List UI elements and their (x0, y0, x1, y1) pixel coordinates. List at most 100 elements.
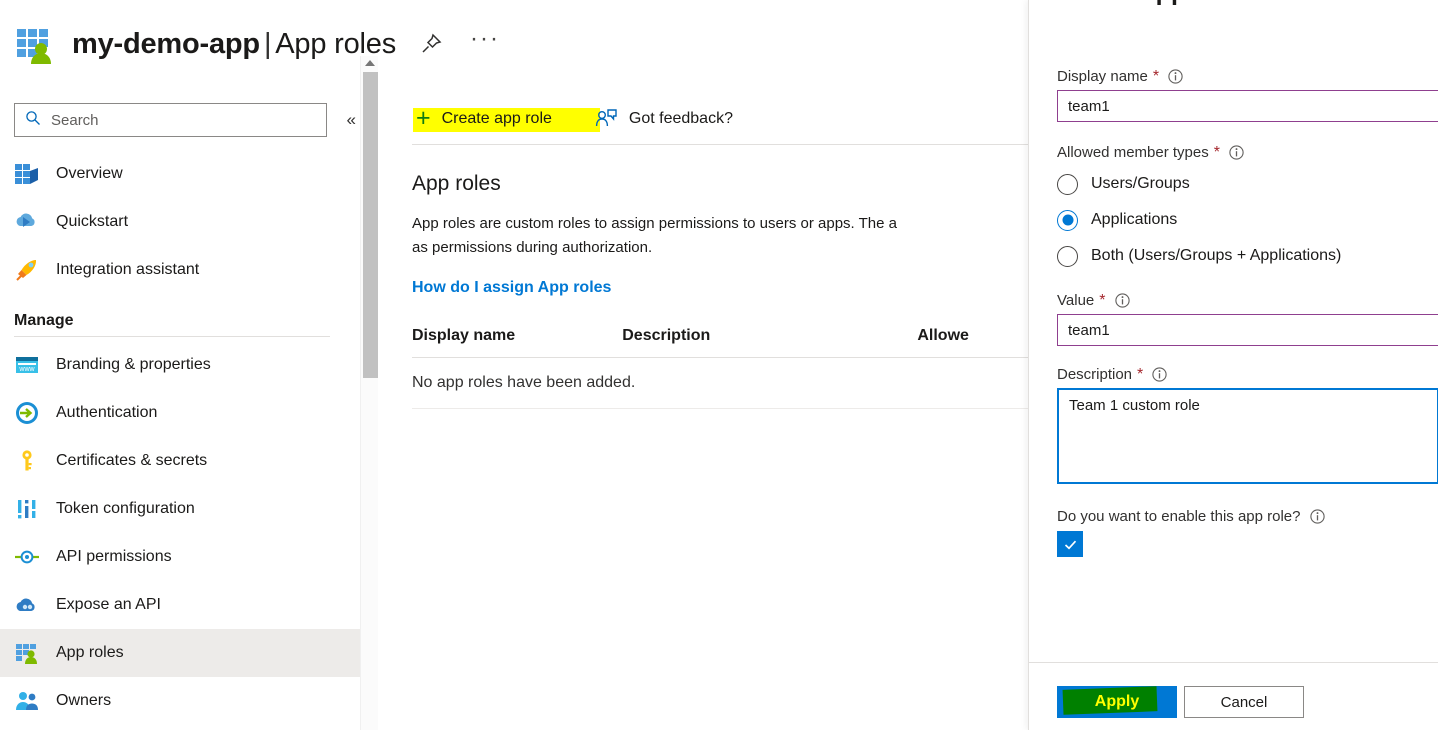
enable-app-role-checkbox[interactable] (1057, 531, 1083, 557)
search-box[interactable] (14, 103, 327, 137)
description-textarea[interactable]: Team 1 custom role (1057, 388, 1438, 484)
sidebar-item-label: Expose an API (56, 596, 161, 613)
field-display-name: Display name * (1057, 68, 1438, 122)
owners-icon (14, 688, 40, 714)
sidebar-item-api-permissions[interactable]: API permissions (0, 533, 360, 581)
radio-label: Users/Groups (1091, 175, 1190, 192)
table-row-empty: No app roles have been added. (412, 358, 1028, 409)
sidebar-item-label: Certificates & secrets (56, 452, 208, 469)
key-icon (14, 448, 40, 474)
info-icon[interactable] (1229, 145, 1244, 160)
sidebar-item-branding-properties[interactable]: www Branding & properties (0, 341, 360, 389)
app-registration-icon (14, 24, 56, 66)
page-header: my-demo-app | App roles ··· (0, 0, 1030, 88)
radio-circle-selected-icon[interactable] (1057, 209, 1078, 231)
required-asterisk: * (1213, 143, 1220, 161)
sidebar-item-label: Authentication (56, 404, 158, 421)
sidebar-item-integration-assistant[interactable]: Integration assistant (0, 246, 360, 294)
allowed-member-types-label: Allowed member types (1057, 144, 1209, 161)
field-allowed-member-types: Allowed member types * Users/Groups Appl… (1057, 144, 1411, 274)
cancel-button[interactable]: Cancel (1184, 686, 1304, 718)
search-input[interactable] (49, 110, 299, 130)
how-do-i-assign-app-roles-link[interactable]: How do I assign App roles (412, 279, 611, 297)
sidebar-item-certificates-secrets[interactable]: Certificates & secrets (0, 437, 360, 485)
pin-icon[interactable] (420, 33, 442, 55)
radio-circle-icon[interactable] (1057, 173, 1078, 195)
sidebar-group-title: Manage (14, 312, 74, 329)
sidebar-search-row: « (0, 96, 360, 144)
page-title: my-demo-app | App roles (72, 28, 396, 61)
create-app-role-button[interactable]: + Create app role (412, 106, 556, 131)
value-label-row: Value * (1057, 292, 1411, 309)
sidebar-item-label: App roles (56, 644, 124, 661)
sidebar-item-authentication[interactable]: Authentication (0, 389, 360, 437)
sidebar-scrollbar[interactable] (360, 56, 378, 730)
apply-button[interactable] (1057, 686, 1177, 718)
radio-option-both[interactable]: Both (Users/Groups + Applications) (1057, 238, 1411, 274)
sidebar-item-app-roles[interactable]: App roles (0, 629, 360, 677)
command-bar: + Create app role Got feedback? (380, 96, 1028, 145)
description-label: Description (1057, 366, 1133, 383)
description-label-row: Description * (1057, 366, 1411, 383)
cloud-api-icon (14, 592, 40, 618)
section-title: App roles (412, 172, 501, 195)
allowed-member-types-label-row: Allowed member types * (1057, 144, 1411, 161)
checkmark-icon (1064, 540, 1076, 550)
more-options-icon[interactable]: ··· (470, 27, 500, 54)
section-description: App roles are custom roles to assign per… (412, 215, 897, 256)
panel-footer: Apply Cancel (1029, 662, 1438, 730)
empty-state-message: No app roles have been added. (412, 374, 636, 391)
page-title-app: my-demo-app (72, 27, 260, 60)
sidebar: « Overview (0, 96, 360, 730)
sidebar-item-label: Token configuration (56, 500, 195, 517)
radio-label: Applications (1091, 211, 1178, 228)
sidebar-item-label: Integration assistant (56, 261, 200, 278)
quickstart-icon (14, 209, 40, 235)
enable-app-role-label-row: Do you want to enable this app role? (1057, 508, 1411, 525)
info-icon[interactable] (1152, 367, 1167, 382)
sidebar-item-overview[interactable]: Overview (0, 150, 360, 198)
required-asterisk: * (1137, 365, 1144, 383)
column-header-display-name: Display name (412, 327, 516, 344)
collapse-sidebar-icon[interactable]: « (341, 106, 360, 134)
sidebar-item-label: Branding & properties (56, 356, 211, 373)
main-content: + Create app role Got feedback? App role… (380, 96, 1028, 730)
create-app-role-panel: Create app role Display name * (1028, 0, 1438, 730)
search-icon (25, 110, 41, 131)
create-app-role-label: Create app role (441, 110, 552, 127)
sidebar-item-quickstart[interactable]: Quickstart (0, 198, 360, 246)
sidebar-item-label: API permissions (56, 548, 172, 565)
panel-title: Create app role (1057, 0, 1239, 7)
value-input[interactable] (1057, 314, 1438, 346)
scroll-up-arrow-icon[interactable] (364, 60, 375, 66)
scrollbar-thumb[interactable] (363, 72, 378, 378)
sidebar-item-expose-an-api[interactable]: Expose an API (0, 581, 360, 629)
token-icon (14, 496, 40, 522)
info-icon[interactable] (1309, 509, 1325, 524)
sidebar-nav-top: Overview Quickstart Integration assistan… (0, 150, 360, 725)
required-asterisk: * (1099, 291, 1106, 309)
display-name-label: Display name (1057, 68, 1148, 85)
feedback-person-icon (595, 108, 617, 130)
sidebar-item-owners[interactable]: Owners (0, 677, 360, 725)
radio-circle-icon[interactable] (1057, 245, 1078, 267)
display-name-label-row: Display name * (1057, 68, 1411, 85)
info-icon[interactable] (1114, 293, 1130, 308)
column-header-allowed-member-types: Allowe (917, 327, 969, 344)
api-permissions-icon (14, 544, 40, 570)
rocket-icon (14, 257, 40, 283)
page-title-separator: | (263, 27, 272, 60)
branding-icon: www (14, 352, 40, 378)
sidebar-item-token-configuration[interactable]: Token configuration (0, 485, 360, 533)
info-icon[interactable] (1168, 69, 1183, 84)
field-enable-app-role: Do you want to enable this app role? (1057, 508, 1411, 557)
svg-text:www: www (18, 366, 35, 373)
authentication-icon (14, 400, 40, 426)
app-roles-icon (14, 640, 40, 666)
radio-option-applications[interactable]: Applications (1057, 202, 1411, 238)
radio-option-users-groups[interactable]: Users/Groups (1057, 166, 1411, 202)
field-value: Value * (1057, 292, 1438, 346)
got-feedback-button[interactable]: Got feedback? (591, 105, 737, 133)
display-name-input[interactable] (1057, 90, 1438, 122)
allowed-member-types-radio-group: Users/Groups Applications Both (Users/Gr… (1057, 166, 1411, 274)
